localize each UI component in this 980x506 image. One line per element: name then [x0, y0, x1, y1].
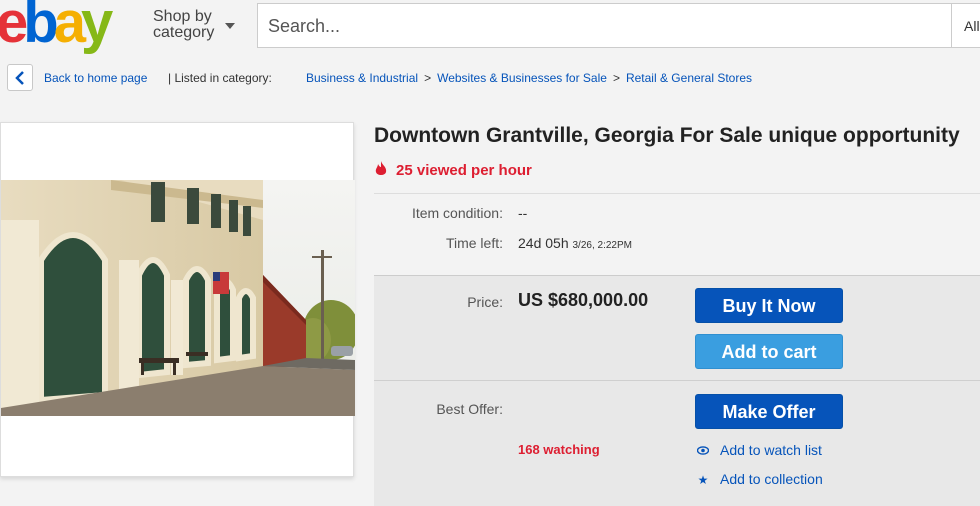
- flame-icon: [375, 161, 387, 175]
- breadcrumb-link-business-industrial[interactable]: Business & Industrial: [306, 71, 418, 85]
- ebay-logo[interactable]: ebay: [0, 0, 113, 54]
- price-panel: [374, 275, 980, 506]
- shop-by-label: Shop by: [153, 8, 212, 25]
- breadcrumb-link-retail-general[interactable]: Retail & General Stores: [626, 71, 752, 85]
- time-left-label: Time left:: [445, 235, 503, 251]
- best-offer-label: Best Offer:: [436, 401, 503, 417]
- buy-it-now-button[interactable]: Buy It Now: [695, 288, 843, 323]
- item-image-panel: [0, 122, 355, 477]
- collection-label: Add to collection: [720, 471, 823, 487]
- listed-in-category-label: | Listed in category:: [168, 71, 272, 85]
- price-divider: [374, 380, 980, 381]
- condition-value: --: [518, 205, 528, 221]
- price-value: US $680,000.00: [518, 290, 649, 310]
- add-to-collection-link[interactable]: ★ Add to collection: [696, 471, 823, 487]
- eye-icon: [696, 444, 710, 458]
- item-title: Downtown Grantville, Georgia For Sale un…: [374, 124, 960, 147]
- item-photo[interactable]: [1, 180, 355, 416]
- watching-count: 168 watching: [518, 442, 600, 457]
- breadcrumb-separator: >: [612, 71, 620, 85]
- views-indicator: 25 viewed per hour: [374, 161, 532, 179]
- breadcrumb-link-websites-businesses[interactable]: Websites & Businesses for Sale: [437, 71, 607, 85]
- views-text: 25 viewed per hour: [396, 162, 532, 179]
- search-bar: [257, 3, 951, 48]
- divider: [374, 193, 980, 194]
- search-input[interactable]: [268, 14, 928, 38]
- add-to-watch-list-link[interactable]: Add to watch list: [696, 442, 822, 458]
- chevron-left-icon: [15, 70, 24, 85]
- category-select[interactable]: All: [951, 3, 980, 48]
- condition-label: Item condition:: [411, 205, 503, 221]
- add-to-cart-button[interactable]: Add to cart: [695, 334, 843, 369]
- caret-down-icon: [225, 23, 235, 29]
- time-left-duration: 24d 05h: [518, 235, 569, 251]
- category-label: category: [153, 24, 215, 41]
- building-photo: [1, 180, 355, 416]
- make-offer-button[interactable]: Make Offer: [695, 394, 843, 429]
- back-button[interactable]: [7, 64, 33, 91]
- price-label: Price:: [467, 294, 503, 310]
- star-icon: ★: [697, 473, 709, 487]
- breadcrumb-separator: >: [424, 71, 432, 85]
- time-left-value: 24d 05h 3/26, 2:22PM: [518, 235, 632, 251]
- watch-list-label: Add to watch list: [720, 442, 822, 458]
- back-to-home-link[interactable]: Back to home page: [44, 71, 147, 85]
- breadcrumb: Business & Industrial > Websites & Busines…: [306, 71, 752, 85]
- end-time: 3/26, 2:22PM: [572, 240, 632, 251]
- shop-by-category-button[interactable]: Shop by category: [153, 8, 235, 41]
